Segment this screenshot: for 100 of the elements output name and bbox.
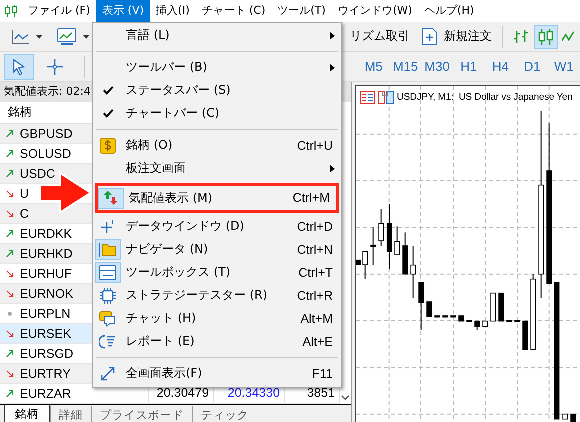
timeframe-button[interactable]: W1 — [548, 54, 580, 78]
candle — [522, 320, 528, 350]
symbol-cell[interactable]: U — [20, 186, 30, 200]
chart-window-icon — [57, 28, 77, 46]
symbol-cell[interactable]: EURSEK — [20, 326, 72, 340]
crosshair-icon — [100, 218, 116, 234]
candle — [386, 204, 392, 270]
candle — [466, 320, 472, 322]
menu-item[interactable]: ツールバー (B) — [95, 56, 339, 79]
submenu-arrow-icon — [330, 164, 334, 172]
check-icon — [102, 86, 114, 95]
menu-item[interactable]: ヘルプ(H) — [418, 0, 480, 22]
candle — [458, 316, 464, 322]
menu-item[interactable]: チャートバー (C) — [95, 102, 339, 125]
symbol-cell[interactable]: EURHKD — [20, 246, 73, 260]
candle — [498, 292, 504, 322]
symbol-cell[interactable]: C — [20, 206, 30, 220]
report-icon — [99, 334, 117, 350]
candle — [514, 320, 520, 322]
menu-item[interactable]: ツール(T) — [272, 0, 332, 22]
dollar-icon — [100, 138, 116, 154]
timeframe-button[interactable]: H1 — [453, 54, 485, 78]
symbol-cell[interactable]: EURNOK — [20, 286, 74, 300]
candlestick-icon — [4, 4, 18, 18]
caret-icon — [83, 34, 90, 38]
menu-item[interactable]: 言語 (L) — [95, 24, 339, 47]
chat-icon — [99, 310, 117, 326]
symbol-cell[interactable]: EURZAR — [20, 386, 72, 400]
menu-item[interactable]: チャート (C) — [196, 0, 272, 22]
candle — [506, 320, 512, 322]
chevron-down-icon — [341, 395, 350, 401]
panel-tab[interactable]: 詳細 — [50, 406, 91, 422]
menu-item[interactable]: レポート (E) Alt+E — [95, 330, 339, 353]
menu-item[interactable]: ツールボックス (T) Ctrl+T — [95, 261, 339, 284]
menu-item[interactable]: ナビゲータ (N) Ctrl+N — [95, 238, 339, 261]
symbol-cell[interactable]: EURPLN — [20, 306, 71, 320]
timeframe-button[interactable]: M15 — [390, 54, 422, 78]
candle — [570, 414, 576, 422]
panel-tab[interactable]: プライスボード — [91, 406, 192, 422]
candle — [378, 208, 384, 246]
candle — [474, 320, 480, 331]
candlestick-icon — [537, 28, 555, 46]
symbol-cell[interactable]: EURHUF — [20, 266, 72, 280]
candle — [370, 227, 376, 266]
candle — [426, 302, 432, 318]
menu-item[interactable]: データウインドウ (D) Ctrl+D — [95, 215, 339, 238]
menu-item[interactable]: 表示 (V) — [96, 0, 150, 22]
timeframe-button[interactable]: M5 — [358, 54, 390, 78]
new-order-button[interactable]: 新規注文 — [418, 24, 496, 48]
window-icon — [99, 264, 117, 280]
candle — [450, 316, 456, 318]
chip-icon — [100, 288, 116, 304]
check-icon — [102, 109, 114, 118]
bar-chart-icon — [512, 28, 530, 46]
menu-item[interactable]: ステータスバー (S) — [95, 79, 339, 102]
candle — [394, 226, 400, 256]
menu-item[interactable]: ファイル (F) — [22, 0, 96, 22]
crosshair-icon — [46, 58, 64, 76]
document-plus-icon — [422, 28, 438, 46]
symbol-cell[interactable]: EURSGD — [20, 346, 74, 360]
submenu-arrow-icon — [330, 64, 334, 72]
timeframe-button[interactable]: D1 — [516, 54, 548, 78]
up-down-arrows-icon — [103, 190, 119, 206]
symbol-cell[interactable]: EURDKK — [20, 226, 72, 240]
algo-trading-button[interactable]: リズム取引 — [346, 24, 414, 48]
candle — [410, 246, 416, 299]
tool-button[interactable] — [4, 54, 34, 80]
candle — [482, 320, 488, 328]
candle — [434, 316, 440, 318]
line-chart-icon — [12, 28, 30, 44]
timeframe-button[interactable]: H4 — [484, 54, 517, 78]
folder-icon — [99, 242, 117, 258]
candle — [490, 292, 496, 322]
menu-item[interactable]: ウインドウ(W) — [332, 0, 418, 22]
panel-tab[interactable]: 銘柄 — [4, 405, 50, 422]
panel-tab[interactable]: ティック — [192, 406, 257, 422]
symbol-cell[interactable]: EURTRY — [20, 366, 71, 380]
list-icon — [360, 91, 375, 104]
caret-icon — [36, 34, 43, 38]
timeframe-button[interactable]: M30 — [421, 54, 454, 78]
column-header[interactable]: 銘柄 — [8, 102, 32, 123]
menu-item[interactable]: チャット (H) Alt+M — [95, 307, 339, 330]
menu-item[interactable]: 気配値表示 (M) Ctrl+M — [95, 183, 339, 213]
menu-item[interactable]: 全画面表示(F) F11 — [95, 362, 339, 385]
chart-type-button[interactable] — [534, 24, 558, 48]
candle — [418, 282, 424, 331]
menu-item[interactable]: 銘柄 (O) Ctrl+U — [95, 134, 339, 157]
cursor-icon — [10, 58, 27, 76]
symbol-cell[interactable]: GBPUSD — [20, 126, 73, 140]
document-icon — [378, 91, 394, 104]
menu-item[interactable]: ストラテジーテスター (R) Ctrl+R — [95, 284, 339, 307]
expand-icon — [100, 366, 116, 382]
symbol-cell[interactable]: USDC — [20, 166, 56, 180]
candle — [402, 232, 408, 275]
menu-item[interactable]: 挿入(I) — [150, 0, 196, 22]
symbol-cell[interactable]: SOLUSD — [20, 146, 72, 160]
chart-title: USDJPY, M1: US Dollar vs Japanese Yen — [397, 92, 573, 103]
menu-item[interactable]: 板注文画面 — [95, 157, 339, 180]
submenu-arrow-icon — [330, 32, 334, 40]
candle — [442, 316, 448, 318]
